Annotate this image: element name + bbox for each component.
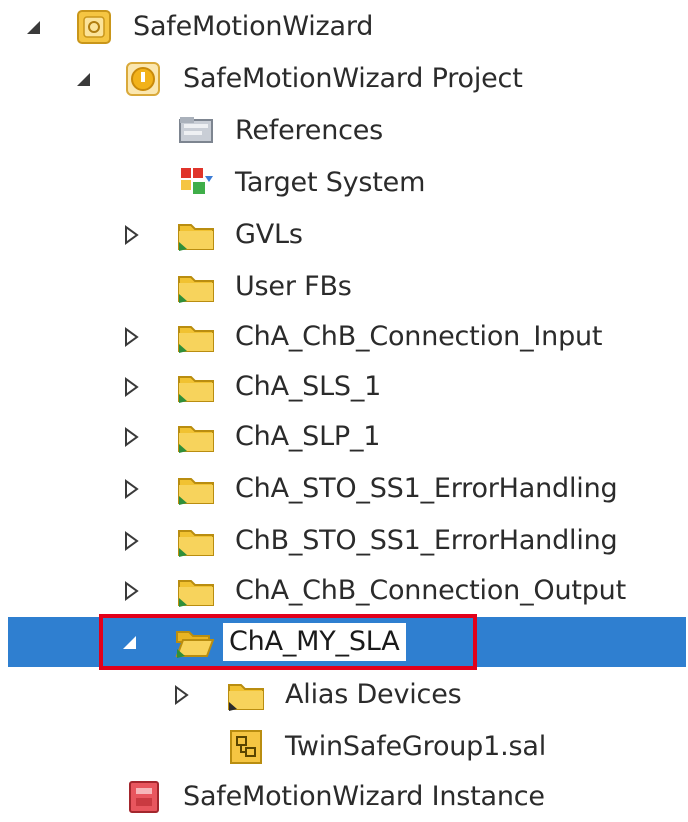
tree-item-label: User FBs — [235, 271, 352, 302]
tree-item-label: ChA_SLP_1 — [235, 421, 381, 452]
expanded-arrow-icon[interactable] — [118, 631, 140, 653]
folder-icon — [176, 268, 216, 306]
folder-icon — [176, 522, 216, 560]
tree-item-safemotionwizard[interactable]: SafeMotionWizard — [8, 2, 686, 52]
solution-explorer-tree: SafeMotionWizard SafeMotionWizard Projec… — [0, 0, 688, 818]
tree-item-label: SafeMotionWizard Project — [183, 63, 523, 94]
tree-item-target-system[interactable]: Target System — [8, 158, 686, 208]
collapsed-arrow-icon[interactable] — [120, 530, 142, 552]
safety-logic-file-icon — [226, 728, 266, 766]
tree-item-cha-sto-ss1-errorhandling[interactable]: ChA_STO_SS1_ErrorHandling — [8, 464, 686, 514]
safety-project-icon — [74, 8, 114, 46]
instance-icon — [124, 778, 164, 816]
tree-item-label: ChA_STO_SS1_ErrorHandling — [235, 473, 618, 504]
target-system-icon — [176, 164, 216, 202]
tree-item-label: References — [235, 115, 384, 146]
collapsed-arrow-icon[interactable] — [120, 326, 142, 348]
tree-item-user-fbs[interactable]: User FBs — [8, 262, 686, 312]
tree-item-references[interactable]: References — [8, 106, 686, 156]
tree-item-label: SafeMotionWizard — [133, 11, 374, 42]
tree-item-safemotionwizard-project[interactable]: SafeMotionWizard Project — [8, 54, 686, 104]
folder-open-icon — [174, 623, 214, 661]
collapsed-arrow-icon[interactable] — [120, 580, 142, 602]
tree-item-label: ChA_ChB_Connection_Input — [235, 321, 603, 352]
collapsed-arrow-icon[interactable] — [170, 684, 192, 706]
tree-item-gvls[interactable]: GVLs — [8, 210, 686, 260]
folder-icon — [226, 676, 266, 714]
tree-item-label: GVLs — [235, 219, 303, 250]
collapsed-arrow-icon[interactable] — [120, 224, 142, 246]
project-icon — [124, 60, 164, 98]
tree-item-alias-devices[interactable]: Alias Devices — [8, 670, 686, 720]
tree-item-cha-slp-1[interactable]: ChA_SLP_1 — [8, 412, 686, 462]
folder-icon — [176, 418, 216, 456]
tree-item-cha-chb-connection-input[interactable]: ChA_ChB_Connection_Input — [8, 312, 686, 362]
tree-item-cha-sls-1[interactable]: ChA_SLS_1 — [8, 362, 686, 412]
folder-icon — [176, 318, 216, 356]
folder-icon — [176, 470, 216, 508]
tree-item-label: ChA_ChB_Connection_Output — [235, 575, 626, 606]
tree-item-label: Alias Devices — [285, 679, 462, 710]
references-icon — [176, 112, 216, 150]
collapsed-arrow-icon[interactable] — [120, 376, 142, 398]
tree-item-label: ChA_SLS_1 — [235, 371, 382, 402]
tree-item-chb-sto-ss1-errorhandling[interactable]: ChB_STO_SS1_ErrorHandling — [8, 516, 686, 566]
tree-item-cha-my-sla[interactable]: ChA_MY_SLA — [8, 617, 686, 667]
tree-item-label: SafeMotionWizard Instance — [183, 781, 545, 812]
expanded-arrow-icon[interactable] — [22, 16, 44, 38]
tree-item-twinsafegroup1-sal[interactable]: TwinSafeGroup1.sal — [8, 722, 686, 772]
expanded-arrow-icon[interactable] — [72, 68, 94, 90]
folder-icon — [176, 368, 216, 406]
tree-item-cha-chb-connection-output[interactable]: ChA_ChB_Connection_Output — [8, 566, 686, 616]
tree-item-label: ChB_STO_SS1_ErrorHandling — [235, 525, 618, 556]
folder-icon — [176, 216, 216, 254]
collapsed-arrow-icon[interactable] — [120, 478, 142, 500]
tree-item-label: TwinSafeGroup1.sal — [285, 731, 546, 762]
tree-item-safemotionwizard-instance[interactable]: SafeMotionWizard Instance — [8, 772, 686, 822]
collapsed-arrow-icon[interactable] — [120, 426, 142, 448]
rename-input[interactable]: ChA_MY_SLA — [223, 623, 406, 661]
folder-icon — [176, 572, 216, 610]
tree-item-label: Target System — [235, 167, 426, 198]
